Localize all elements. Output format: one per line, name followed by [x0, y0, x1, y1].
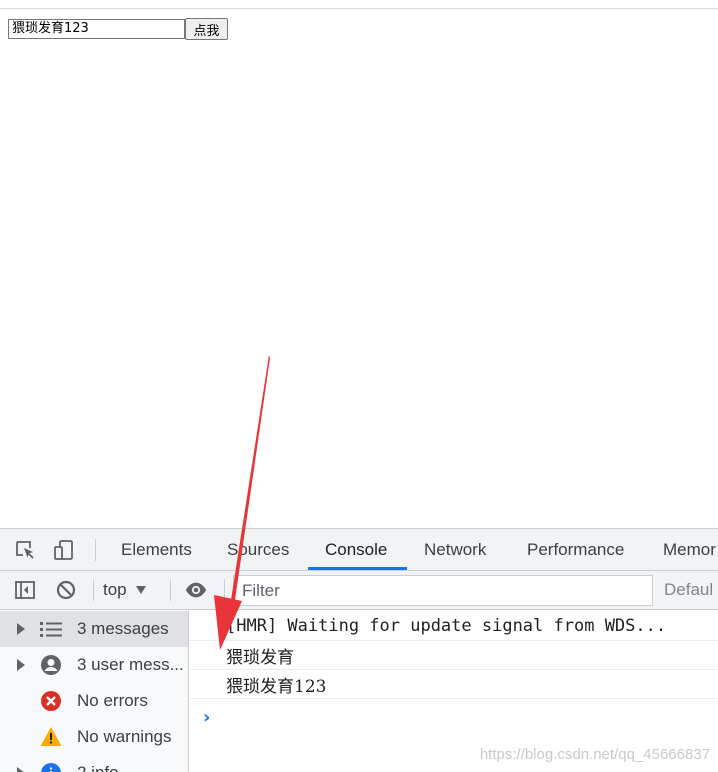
console-toolbar: top Filter Defaul [0, 571, 718, 610]
expand-arrow-icon[interactable] [17, 623, 25, 635]
console-message: 猥琐发育123 [190, 670, 718, 699]
sidebar-item-label: No warnings [77, 727, 172, 746]
context-label: top [103, 580, 127, 599]
show-sidebar-icon[interactable] [14, 579, 36, 601]
click-me-button[interactable]: 点我 [185, 18, 228, 40]
console-prompt-icon[interactable]: › [203, 707, 210, 728]
filter-input[interactable]: Filter [233, 575, 653, 606]
filter-placeholder: Filter [242, 580, 280, 600]
dropdown-arrow-icon [135, 586, 146, 594]
sidebar-item-label: No errors [77, 691, 148, 710]
sidebar-item-label: 3 messages [77, 619, 169, 638]
devtools-tabbar: Elements Sources Console Network Perform… [0, 529, 718, 571]
sidebar-item-info[interactable]: 2 info [0, 755, 188, 772]
warning-icon [40, 726, 62, 748]
devtools-panel: Elements Sources Console Network Perform… [0, 528, 718, 772]
tab-memory[interactable]: Memor [663, 529, 716, 570]
toolbar-divider [224, 579, 225, 601]
expand-arrow-icon[interactable] [17, 767, 25, 772]
sidebar-item-messages[interactable]: 3 messages [0, 611, 188, 647]
sidebar-item-errors[interactable]: No errors [0, 683, 188, 719]
page-top-divider [0, 8, 718, 9]
toolbar-divider [170, 579, 171, 601]
console-message: [HMR] Waiting for update signal from WDS… [190, 612, 718, 641]
live-expression-eye-icon[interactable] [185, 579, 207, 601]
toolbar-divider [93, 579, 94, 601]
sidebar-item-label: 2 info [77, 763, 119, 772]
active-tab-indicator [308, 567, 407, 570]
tab-network[interactable]: Network [424, 529, 486, 570]
list-icon [40, 618, 62, 640]
toolbar-divider [95, 539, 96, 561]
inspect-element-icon[interactable] [14, 539, 36, 561]
expand-arrow-icon[interactable] [17, 659, 25, 671]
tab-elements[interactable]: Elements [121, 529, 192, 570]
tab-sources[interactable]: Sources [227, 529, 289, 570]
console-sidebar: 3 messages 3 user mess... No errors No w… [0, 611, 189, 772]
sidebar-item-user-messages[interactable]: 3 user mess... [0, 647, 188, 683]
error-icon [40, 690, 62, 712]
user-icon [40, 654, 62, 676]
text-input[interactable]: 猥琐发育123 [8, 19, 185, 39]
sidebar-item-label: 3 user mess... [77, 655, 184, 674]
context-selector[interactable]: top [103, 578, 147, 602]
tab-console[interactable]: Console [325, 529, 387, 570]
log-levels-dropdown[interactable]: Defaul [664, 578, 713, 602]
tab-performance[interactable]: Performance [527, 529, 624, 570]
info-icon [40, 762, 62, 772]
clear-console-icon[interactable] [55, 579, 77, 601]
sidebar-item-warnings[interactable]: No warnings [0, 719, 188, 755]
console-message: 猥琐发育 [190, 641, 718, 670]
watermark: https://blog.csdn.net/qq_45666837 [479, 746, 710, 763]
device-toolbar-icon[interactable] [53, 539, 75, 561]
